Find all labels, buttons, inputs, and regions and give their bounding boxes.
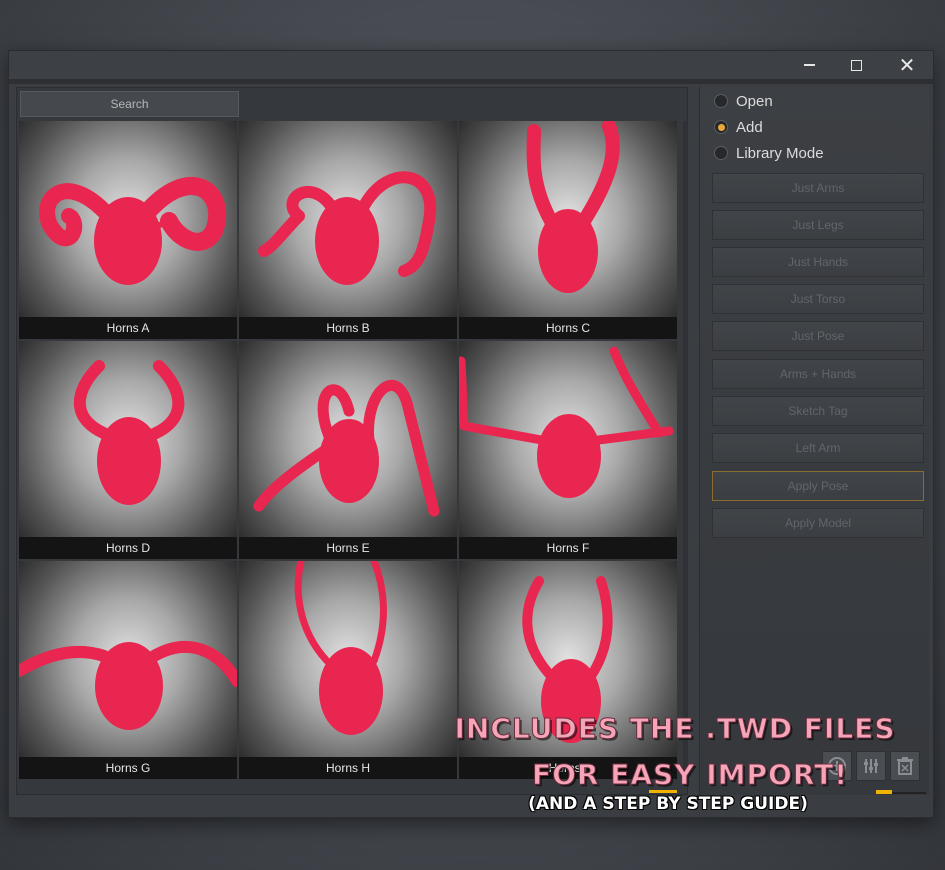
radio-label: Open — [736, 92, 773, 110]
just-pose-button[interactable]: Just Pose — [712, 321, 924, 351]
frame-divider — [9, 79, 933, 84]
horns-preview-image — [39, 177, 227, 285]
thumbnail-item[interactable]: Horns A — [19, 121, 237, 339]
horns-preview-image — [294, 561, 387, 735]
just-legs-button[interactable]: Just Legs — [712, 210, 924, 240]
just-hands-button[interactable]: Just Hands — [712, 247, 924, 277]
options-panel: Open Add Library Mode Just Arms Just Leg… — [699, 87, 929, 795]
thumbnail-label: Horns F — [459, 537, 677, 559]
radio-label: Add — [736, 118, 763, 136]
radio-label: Library Mode — [736, 144, 824, 162]
radio-library-mode[interactable]: Library Mode — [714, 142, 824, 164]
promo-accent-underline — [649, 790, 677, 793]
horns-preview-image — [253, 379, 440, 517]
minimize-button[interactable] — [789, 51, 829, 79]
search-input[interactable]: Search — [20, 91, 239, 117]
thumbnail-item[interactable]: Horns C — [459, 121, 677, 339]
radio-add[interactable]: Add — [714, 116, 763, 138]
left-arm-button[interactable]: Left Arm — [712, 433, 924, 463]
promo-headline: INCLUDES THE .TWD FILES — [454, 712, 896, 746]
radio-open[interactable]: Open — [714, 90, 773, 112]
thumbnail-item[interactable]: Horns H — [239, 561, 457, 779]
thumbnail-item[interactable]: Horns G — [19, 561, 237, 779]
radio-button-icon — [714, 146, 728, 160]
thumbnail-grid: Horns A Horns B Horns C Horns D Horns E … — [19, 121, 679, 781]
thumbnail-label: Horns D — [19, 537, 237, 559]
thumbnail-label: Horns B — [239, 317, 457, 339]
thumbnail-label: Horns C — [459, 317, 677, 339]
close-button[interactable]: ✕ — [887, 51, 927, 79]
thumbnail-item[interactable]: Horns D — [19, 341, 237, 559]
horns-preview-image — [19, 641, 237, 730]
radio-button-selected-icon — [714, 120, 728, 134]
maximize-icon — [850, 59, 862, 71]
thumbnail-item[interactable]: Horns F — [459, 341, 677, 559]
close-icon: ✕ — [898, 54, 916, 77]
horns-preview-image — [73, 360, 185, 505]
library-window: ✕ Search Horns A Horns B Horns C Horns D… — [8, 50, 934, 818]
minimize-icon — [803, 64, 815, 66]
horns-preview-image — [459, 346, 674, 498]
thumbnail-label: Horns E — [239, 537, 457, 559]
library-grid-panel: Search Horns A Horns B Horns C Horns D H… — [16, 87, 688, 795]
just-torso-button[interactable]: Just Torso — [712, 284, 924, 314]
apply-model-button[interactable]: Apply Model — [712, 508, 924, 538]
apply-pose-button[interactable]: Apply Pose — [712, 471, 924, 501]
thumbnail-label: Horns G — [19, 757, 237, 779]
thumbnail-label: Horns H — [239, 757, 457, 779]
sketch-tag-button[interactable]: Sketch Tag — [712, 396, 924, 426]
horns-preview-image — [258, 171, 437, 285]
radio-button-icon — [714, 94, 728, 108]
grid-scrollbar[interactable] — [683, 121, 688, 781]
maximize-button[interactable] — [836, 51, 876, 79]
just-arms-button[interactable]: Just Arms — [712, 173, 924, 203]
thumbnail-item[interactable]: Horns B — [239, 121, 457, 339]
thumbnail-label: Horns A — [19, 317, 237, 339]
thumbnail-item[interactable]: Horns I — [459, 561, 677, 779]
arms-hands-button[interactable]: Arms + Hands — [712, 359, 924, 389]
horns-preview-image — [526, 121, 620, 293]
promo-note: (AND A STEP BY STEP GUIDE) — [528, 794, 808, 814]
title-bar: ✕ — [9, 51, 933, 79]
thumbnail-item[interactable]: Horns E — [239, 341, 457, 559]
promo-subheadline: FOR EASY IMPORT! — [531, 758, 848, 792]
